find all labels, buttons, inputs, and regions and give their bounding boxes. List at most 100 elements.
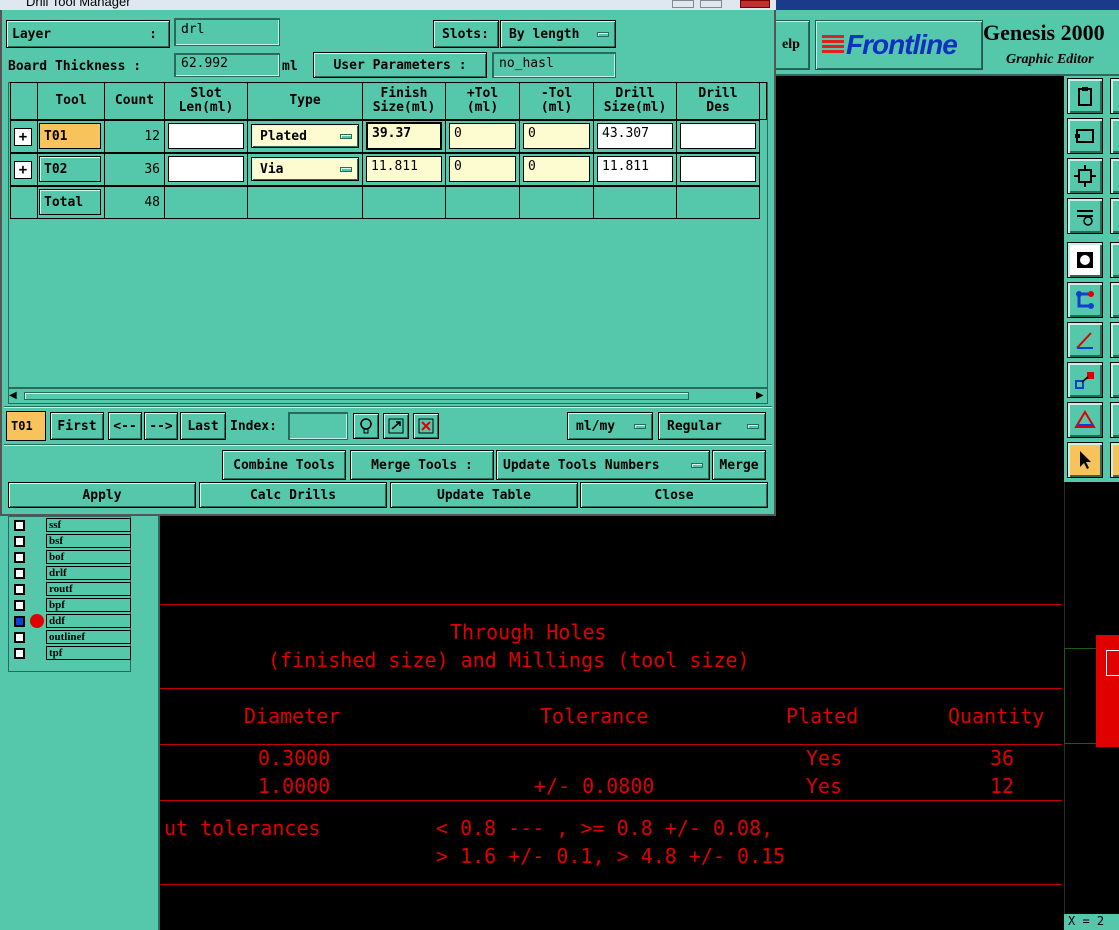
user-parameters-button[interactable]: User Parameters : <box>313 52 487 78</box>
help-button[interactable]: elp <box>772 20 810 70</box>
net-icon[interactable] <box>1067 282 1103 318</box>
expand-icon[interactable]: + <box>14 161 32 179</box>
maximize-button[interactable] <box>700 0 722 8</box>
layer-checkbox[interactable] <box>14 551 25 563</box>
layer-checkbox[interactable] <box>14 615 25 627</box>
dialog-titlebar[interactable]: Drill Tool Manager <box>0 0 776 10</box>
index-input[interactable] <box>288 412 348 440</box>
pointer-icon[interactable] <box>1067 442 1103 478</box>
toolbar-partial-button[interactable] <box>1110 282 1119 318</box>
expand-icon[interactable]: + <box>14 128 32 146</box>
quantity-value: 36 <box>990 746 1015 770</box>
scroll-left-icon[interactable]: ◀ <box>9 390 17 401</box>
layer-row[interactable]: tpf <box>9 645 131 661</box>
layer-row[interactable]: outlinef <box>9 629 131 645</box>
layer-checkbox[interactable] <box>14 519 25 531</box>
layer-row-active[interactable]: ddf <box>9 613 131 629</box>
finish-size-input[interactable]: 11.811 <box>366 156 442 182</box>
layer-checkbox[interactable] <box>14 583 25 595</box>
empty-cell <box>247 186 363 219</box>
plus-tol-input[interactable]: 0 <box>449 156 516 182</box>
clipboard-icon[interactable] <box>1067 78 1103 114</box>
refresh-icon[interactable] <box>383 413 409 439</box>
merge-mode-select[interactable]: Update Tools Numbers <box>496 450 710 480</box>
minus-tol-input[interactable]: 0 <box>523 123 590 149</box>
layer-checkbox[interactable] <box>14 647 25 659</box>
next-button[interactable]: --> <box>144 412 178 440</box>
toolbar-partial-button[interactable] <box>1110 118 1119 154</box>
combine-tools-button[interactable]: Combine Tools <box>222 450 346 480</box>
scroll-right-icon[interactable]: ▶ <box>756 390 764 401</box>
mode-select[interactable]: Regular <box>658 412 766 440</box>
toolbar-partial-button[interactable] <box>1110 158 1119 194</box>
tool-button[interactable]: T01 <box>39 123 101 149</box>
coordinate-readout: X = 2 <box>1064 914 1119 930</box>
slot-len-input[interactable] <box>168 123 244 149</box>
table-line <box>160 688 1062 689</box>
layer-row[interactable]: routf <box>9 581 131 597</box>
slot-len-input[interactable] <box>168 156 244 182</box>
toolbar-partial-button[interactable] <box>1110 242 1119 278</box>
layer-name: ssf <box>46 518 131 532</box>
board-thickness-input[interactable]: 62.992 <box>174 53 280 77</box>
line-icon[interactable] <box>1067 322 1103 358</box>
scrollbar-thumb[interactable] <box>24 392 689 400</box>
delete-icon[interactable] <box>413 413 439 439</box>
layer-row[interactable]: bof <box>9 549 131 565</box>
fit-screen-icon[interactable] <box>1067 158 1103 194</box>
empty-cell <box>362 186 446 219</box>
tool-button[interactable]: T02 <box>39 156 101 182</box>
update-table-button[interactable]: Update Table <box>390 482 578 508</box>
layer-checkbox[interactable] <box>14 599 25 611</box>
user-parameters-input[interactable]: no_hasl <box>492 52 616 78</box>
type-select[interactable]: Via <box>251 157 359 181</box>
toolbar-partial-button[interactable] <box>1110 322 1119 358</box>
triangle-icon[interactable] <box>1067 402 1103 438</box>
drawing-heading: Through Holes <box>450 620 607 644</box>
slots-value: By length <box>509 26 580 42</box>
minus-tol-input[interactable]: 0 <box>523 156 590 182</box>
select-shape-icon[interactable] <box>1067 242 1103 278</box>
merge-button[interactable]: Merge <box>712 450 766 480</box>
layer-checkbox[interactable] <box>14 567 25 579</box>
minimize-button[interactable] <box>672 0 694 8</box>
option-indicator-icon <box>747 424 759 429</box>
toolbar-partial-button[interactable] <box>1110 362 1119 398</box>
finish-size-input[interactable]: 39.37 <box>366 122 442 150</box>
layer-row[interactable]: bpf <box>9 597 131 613</box>
lightbulb-icon[interactable] <box>353 413 379 439</box>
layer-row[interactable]: ssf <box>9 517 131 533</box>
plus-tol-input[interactable]: 0 <box>449 123 516 149</box>
drill-size-input[interactable]: 43.307 <box>597 123 673 149</box>
note-label: ut tolerances <box>164 816 321 840</box>
type-select[interactable]: Plated <box>251 124 359 148</box>
close-button[interactable]: Close <box>580 482 768 508</box>
units-select[interactable]: ml/my <box>567 412 653 440</box>
move-icon[interactable] <box>1067 362 1103 398</box>
layer-row[interactable]: drlf <box>9 565 131 581</box>
window-icon[interactable] <box>1067 118 1103 154</box>
drill-des-input[interactable] <box>680 123 756 149</box>
layer-checkbox[interactable] <box>14 535 25 547</box>
last-button[interactable]: Last <box>180 412 226 440</box>
close-window-button[interactable] <box>740 0 770 8</box>
layer-checkbox[interactable] <box>14 631 25 643</box>
settings-icon[interactable] <box>1067 198 1103 234</box>
toolbar-partial-button[interactable] <box>1110 402 1119 438</box>
toolbar-partial-button[interactable] <box>1110 442 1119 478</box>
first-button[interactable]: First <box>50 412 104 440</box>
calc-drills-button[interactable]: Calc Drills <box>199 482 387 508</box>
diameter-value: 1.0000 <box>258 774 331 798</box>
slots-select[interactable]: By length <box>500 20 616 48</box>
layer-row[interactable]: bsf <box>9 533 131 549</box>
tolerance-value: +/- 0.0800 <box>534 774 655 798</box>
total-count: 48 <box>144 195 160 210</box>
prev-button[interactable]: <-- <box>108 412 142 440</box>
drill-des-input[interactable] <box>680 156 756 182</box>
toolbar-partial-button[interactable] <box>1110 198 1119 234</box>
layer-input[interactable]: drl <box>174 18 280 46</box>
separator <box>4 406 772 408</box>
drill-size-input[interactable]: 11.811 <box>597 156 673 182</box>
toolbar-partial-button[interactable] <box>1110 78 1119 114</box>
apply-button[interactable]: Apply <box>8 482 196 508</box>
